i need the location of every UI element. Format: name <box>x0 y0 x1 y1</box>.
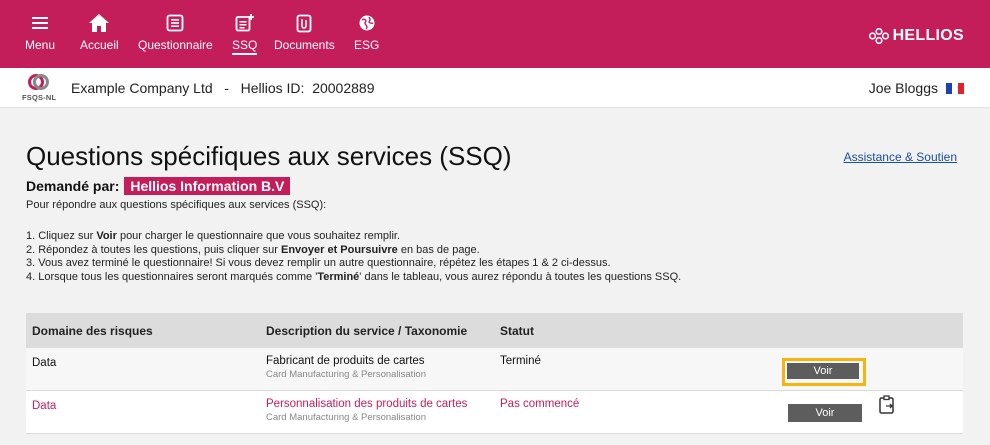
table-header: Domaine des risques Description du servi… <box>26 313 963 348</box>
user-info[interactable]: Joe Bloggs <box>869 80 964 96</box>
header-status: Statut <box>500 324 534 338</box>
home-icon <box>88 12 110 34</box>
fsqs-logo: FSQS-NL <box>22 74 58 104</box>
fsqs-logo-icon <box>28 74 49 90</box>
table-row: Data Fabricant de produits de cartes Car… <box>26 348 963 391</box>
nav-menu[interactable]: Menu <box>25 12 55 52</box>
nav-ssq[interactable]: SSQ <box>232 12 258 55</box>
instruction-steps: 1. Cliquez sur Voir pour charger le ques… <box>26 230 681 284</box>
header-domain: Domaine des risques <box>32 324 153 338</box>
requested-by-badge: Hellios Information B.V <box>124 177 291 195</box>
row-taxonomy: Card Manufacturing & Personalisation <box>266 412 427 423</box>
step-4: 4. Lorsque tous les questionnaires seron… <box>26 270 682 283</box>
nav-accueil-label: Accueil <box>80 38 119 52</box>
nav-esg[interactable]: ESG <box>354 12 379 52</box>
step-2: 2. Répondez à toutes les questions, puis… <box>26 243 480 256</box>
company-info: Example Company Ltd - Hellios ID: 200028… <box>71 80 375 96</box>
document-icon <box>293 12 315 34</box>
voir-button-highlight: Voir <box>782 358 866 386</box>
hamburger-icon <box>29 12 51 34</box>
fsqs-logo-label: FSQS-NL <box>22 93 57 102</box>
row-description: Fabricant de produits de cartes Card Man… <box>266 355 426 380</box>
brand-name: HELLIOS <box>892 27 964 44</box>
nav-questionnaire[interactable]: Questionnaire <box>138 12 213 52</box>
intro-text: Pour répondre aux questions spécifiques … <box>26 199 327 211</box>
page-title: Questions spécifiques aux services (SSQ) <box>26 141 512 171</box>
voir-button[interactable]: Voir <box>788 404 862 422</box>
step-3: 3. Vous avez terminé le questionnaire! S… <box>26 257 611 269</box>
hellios-logo: HELLIOS <box>868 27 964 45</box>
top-nav-bar: Menu Accueil Questionnaire SSQ Documents… <box>0 0 990 68</box>
requested-by: Demandé par: Hellios Information B.V <box>26 177 291 195</box>
globe-icon <box>356 12 378 34</box>
company-bar: FSQS-NL Example Company Ltd - Hellios ID… <box>0 68 990 108</box>
row-description-title: Personnalisation des produits de cartes <box>266 398 468 410</box>
row-description: Personnalisation des produits de cartes … <box>266 398 467 423</box>
ssq-icon <box>234 12 256 34</box>
nav-esg-label: ESG <box>354 38 380 52</box>
requested-label: Demandé par: <box>26 178 120 194</box>
nav-documents[interactable]: Documents <box>274 12 335 52</box>
row-domain: Data <box>32 400 57 412</box>
header-description: Description du service / Taxonomie <box>266 324 468 338</box>
step-1: 1. Cliquez sur Voir pour charger le ques… <box>26 230 401 242</box>
nav-menu-label: Menu <box>25 38 56 52</box>
voir-button[interactable]: Voir <box>787 363 859 379</box>
ssq-table: Domaine des risques Description du servi… <box>26 313 963 434</box>
nav-ssq-label: SSQ <box>232 38 258 55</box>
row-status: Terminé <box>500 355 541 367</box>
form-icon <box>164 12 186 34</box>
help-link[interactable]: Assistance & Soutien <box>844 150 957 164</box>
row-taxonomy: Card Manufacturing & Personalisation <box>266 369 427 380</box>
nav-questionnaire-label: Questionnaire <box>138 38 213 52</box>
french-flag-icon[interactable] <box>946 82 964 94</box>
row-domain: Data <box>32 357 57 369</box>
clipboard-icon[interactable] <box>878 395 896 420</box>
user-name: Joe Bloggs <box>868 80 938 96</box>
hellios-logo-icon <box>868 28 889 44</box>
nav-accueil[interactable]: Accueil <box>80 12 119 52</box>
table-row: Data Personnalisation des produits de ca… <box>26 391 963 434</box>
row-status: Pas commencé <box>500 398 580 410</box>
nav-documents-label: Documents <box>274 38 335 52</box>
row-description-title: Fabricant de produits de cartes <box>266 355 425 367</box>
